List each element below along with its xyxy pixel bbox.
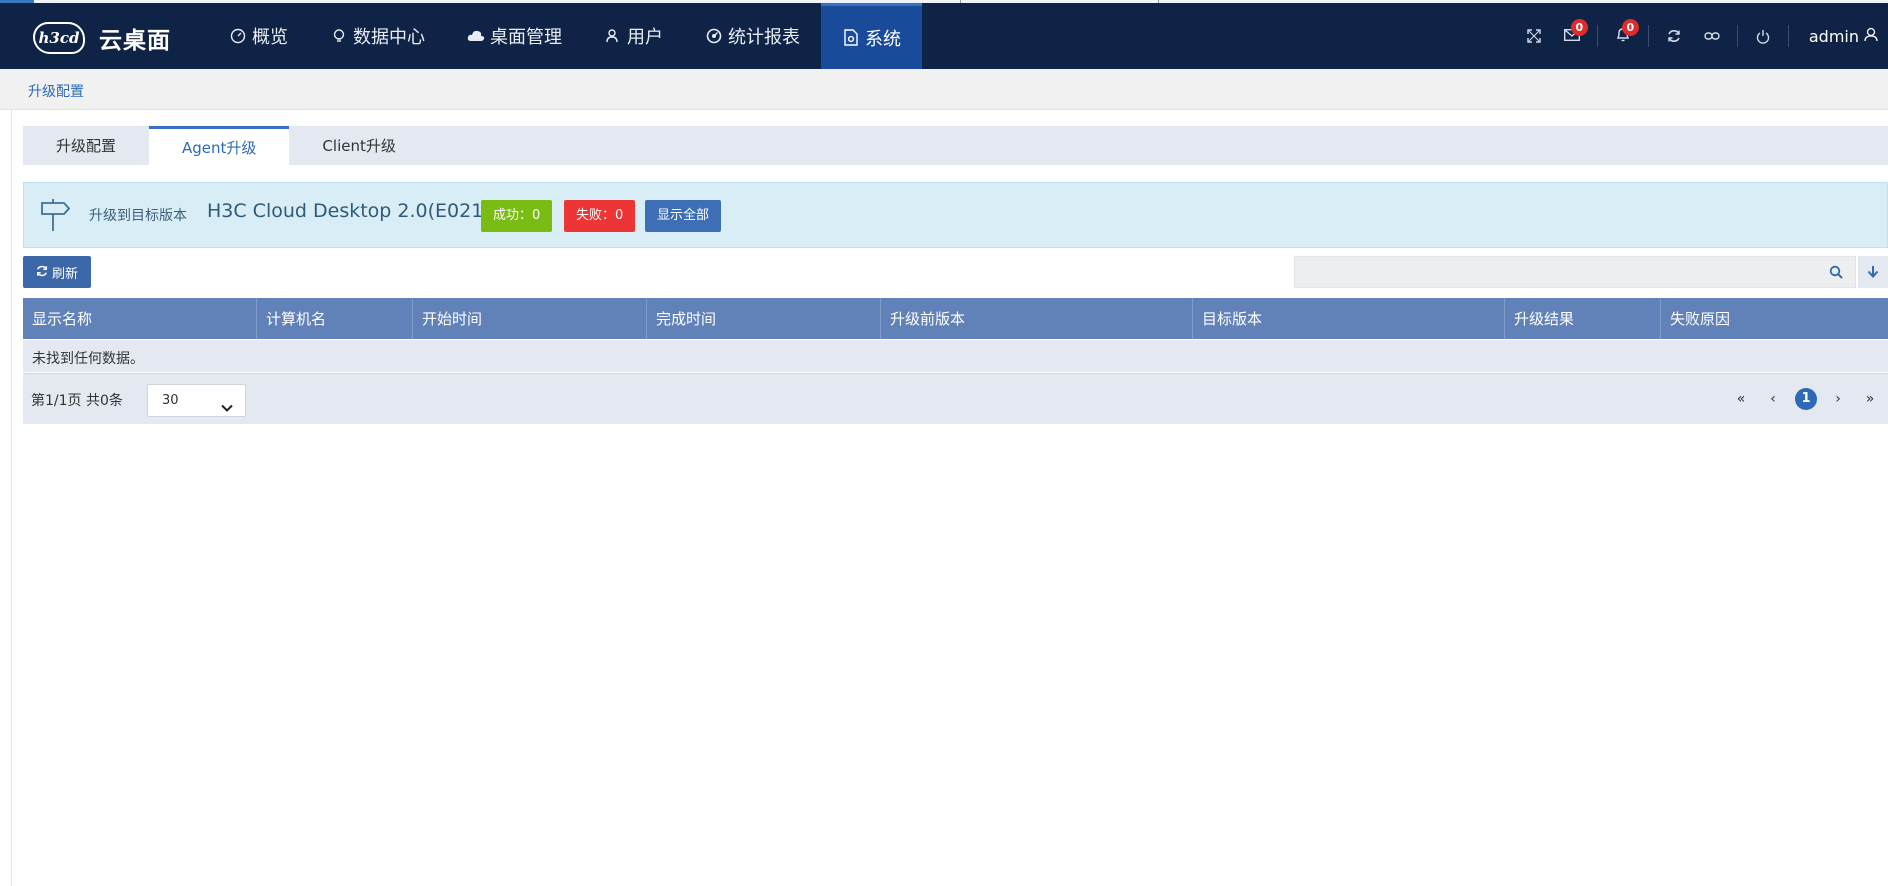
username: admin — [1808, 26, 1859, 46]
first-page-button[interactable]: « — [1730, 388, 1752, 410]
link-icon[interactable] — [1693, 3, 1731, 69]
logo-badge: h3cd — [33, 22, 85, 54]
main-nav: 概览 数据中心 桌面管理 用户 统计报表 系统 — [208, 3, 922, 69]
cloud-icon — [467, 27, 485, 45]
signpost-icon — [40, 198, 71, 232]
current-page-button[interactable]: 1 — [1795, 388, 1817, 410]
settings-doc-icon — [842, 29, 860, 47]
page-size-select[interactable]: 30 — [147, 384, 246, 417]
nav-item-users[interactable]: 用户 — [583, 3, 684, 69]
search-expand-button[interactable] — [1858, 256, 1888, 288]
power-icon[interactable] — [1744, 3, 1782, 69]
header-separator — [1596, 25, 1598, 47]
refresh-label: 刷新 — [51, 266, 78, 282]
target-version-value: H3C Cloud Desktop 2.0(E0219) — [207, 200, 503, 222]
nav-item-desktop-mgmt[interactable]: 桌面管理 — [446, 3, 583, 69]
nav-item-datacenter[interactable]: 数据中心 — [309, 3, 446, 69]
search-input[interactable] — [1295, 257, 1815, 287]
refresh-icon[interactable] — [1655, 3, 1693, 69]
column-header[interactable]: 升级结果 — [1505, 298, 1661, 339]
column-header[interactable]: 升级前版本 — [881, 298, 1193, 339]
header-separator — [1647, 25, 1649, 47]
logo-text: 云桌面 — [99, 28, 171, 54]
prev-page-button[interactable]: ‹ — [1762, 388, 1784, 410]
gauge-icon — [705, 27, 723, 45]
arrow-down-icon — [1867, 263, 1879, 282]
nav-item-system[interactable]: 系统 — [821, 3, 922, 69]
nav-item-reports[interactable]: 统计报表 — [684, 3, 821, 69]
nav-item-label: 系统 — [865, 28, 901, 50]
target-version-label: 升级到目标版本 — [89, 208, 187, 224]
top-header: h3cd 云桌面 概览 数据中心 桌面管理 用户 统计报表 系统 0 0 adm… — [0, 3, 1888, 69]
alert-count-badge: 0 — [1621, 19, 1639, 36]
success-count-button[interactable]: 成功：0 — [481, 200, 553, 232]
tab-client-upgrade[interactable]: Client升级 — [289, 126, 428, 165]
users-icon — [604, 27, 622, 45]
nav-item-label: 桌面管理 — [490, 27, 562, 48]
pagination-bar: 第1/1页 共0条 30 « ‹ 1 › » — [23, 373, 1888, 424]
lightbulb-icon — [330, 27, 348, 45]
search-icon[interactable] — [1829, 264, 1845, 280]
header-separator — [1787, 25, 1789, 47]
header-actions: 0 0 admin — [1515, 3, 1888, 69]
breadcrumb[interactable]: 升级配置 — [28, 81, 84, 101]
show-all-button[interactable]: 显示全部 — [645, 200, 722, 232]
fail-count-button[interactable]: 失败：0 — [564, 200, 636, 232]
column-header[interactable]: 目标版本 — [1193, 298, 1505, 339]
empty-table-message: 未找到任何数据。 — [23, 340, 1888, 372]
last-page-button[interactable]: » — [1859, 388, 1881, 410]
column-header[interactable]: 开始时间 — [413, 298, 647, 339]
column-header[interactable]: 失败原因 — [1661, 298, 1888, 339]
alerts-button[interactable]: 0 — [1604, 3, 1642, 69]
header-separator — [1736, 25, 1738, 47]
column-header[interactable]: 计算机名 — [257, 298, 413, 339]
fullscreen-icon[interactable] — [1515, 3, 1553, 69]
tab-upgrade-config[interactable]: 升级配置 — [23, 126, 149, 165]
logo[interactable]: h3cd 云桌面 — [33, 21, 171, 55]
table-header: 显示名称 计算机名 开始时间 完成时间 升级前版本 目标版本 升级结果 失败原因 — [23, 298, 1888, 339]
tab-bar: 升级配置 Agent升级 Client升级 — [23, 126, 1888, 165]
search-box — [1294, 256, 1856, 288]
nav-item-overview[interactable]: 概览 — [208, 3, 309, 69]
nav-item-label: 统计报表 — [728, 27, 800, 48]
dashboard-icon — [229, 27, 247, 45]
page-size-value: 30 — [162, 393, 179, 408]
content-border — [11, 110, 12, 886]
nav-item-label: 用户 — [627, 27, 663, 48]
nav-item-label: 概览 — [252, 27, 288, 48]
column-header[interactable]: 完成时间 — [647, 298, 881, 339]
breadcrumb-bar: 升级配置 — [0, 69, 1888, 110]
message-count-badge: 0 — [1570, 19, 1588, 36]
refresh-icon — [36, 265, 48, 280]
page-info: 第1/1页 共0条 — [31, 393, 123, 409]
column-header[interactable]: 显示名称 — [23, 298, 257, 339]
user-icon — [1864, 27, 1878, 46]
messages-button[interactable]: 0 — [1553, 3, 1591, 69]
chevron-down-icon — [221, 395, 233, 412]
user-menu[interactable]: admin — [1795, 27, 1888, 46]
nav-item-label: 数据中心 — [353, 27, 425, 48]
refresh-button[interactable]: 刷新 — [23, 256, 91, 288]
tab-agent-upgrade[interactable]: Agent升级 — [149, 126, 290, 165]
next-page-button[interactable]: › — [1827, 388, 1849, 410]
upgrade-target-panel: 升级到目标版本 H3C Cloud Desktop 2.0(E0219) 成功：… — [23, 182, 1888, 248]
